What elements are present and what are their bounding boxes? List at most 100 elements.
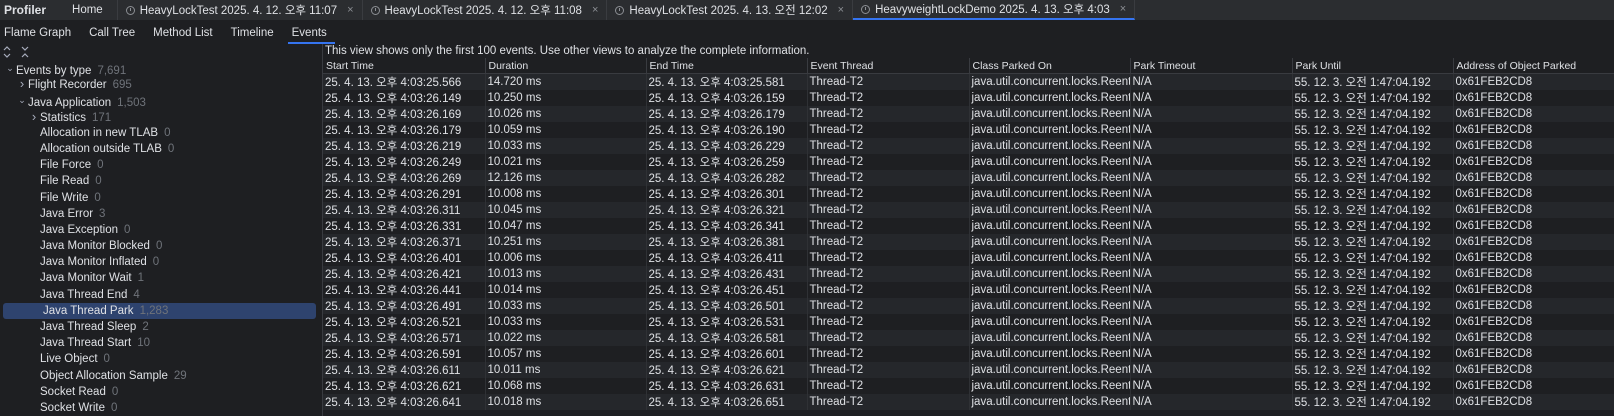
table-row[interactable]: 25. 4. 13. 오후 4:03:26.291 10.008 ms 25. 4.… (323, 186, 1614, 202)
tab-events[interactable]: Events (287, 22, 335, 44)
table-row[interactable]: 25. 4. 13. 오후 4:03:26.641 10.018 ms 25. 4.… (323, 394, 1614, 410)
tab-call-tree[interactable]: Call Tree (85, 22, 143, 44)
table-row[interactable]: 25. 4. 13. 오후 4:03:26.331 10.047 ms 25. 4.… (323, 218, 1614, 234)
tree-item-java-thread-start[interactable]: Java Thread Start 10 (0, 335, 322, 351)
cell-address-of-object-parked: 0x61FEB2CD8 (1453, 346, 1614, 362)
tree-item-java-thread-sleep[interactable]: Java Thread Sleep 2 (0, 319, 322, 335)
table-row[interactable]: 25. 4. 13. 오후 4:03:26.441 10.014 ms 25. 4.… (323, 282, 1614, 298)
tree-item-java-monitor-blocked[interactable]: Java Monitor Blocked 0 (0, 238, 322, 254)
chevron-right-icon[interactable]: › (28, 109, 40, 125)
table-row[interactable]: 25. 4. 13. 오후 4:03:26.521 10.033 ms 25. 4.… (323, 314, 1614, 330)
cell-start-time: 25. 4. 13. 오후 4:03:26.621 (323, 378, 486, 394)
cell-event-thread: Thread-T2 (807, 122, 970, 138)
cell-park-timeout: N/A (1130, 202, 1293, 218)
file-tab-2[interactable]: HeavyLockTest 2025. 4. 12. 오후 11:08 × (363, 0, 608, 20)
cell-duration: 10.006 ms (485, 250, 647, 266)
table-row[interactable]: 25. 4. 13. 오후 4:03:26.371 10.251 ms 25. 4.… (323, 234, 1614, 250)
chevron-right-icon[interactable]: › (16, 76, 28, 92)
cell-start-time: 25. 4. 13. 오후 4:03:26.401 (323, 250, 486, 266)
cell-park-until: 55. 12. 3. 오전 1:47:04.192 (1292, 266, 1454, 282)
column-header-end-time[interactable]: End Time (646, 58, 808, 74)
column-header-event-thread[interactable]: Event Thread (807, 58, 970, 74)
table-row[interactable]: 25. 4. 13. 오후 4:03:26.249 10.021 ms 25. 4.… (323, 154, 1614, 170)
close-icon[interactable]: × (838, 4, 844, 16)
tree-item-socket-write[interactable]: Socket Write 0 (0, 400, 322, 416)
table-row[interactable]: 25. 4. 13. 오후 4:03:26.401 10.006 ms 25. 4.… (323, 250, 1614, 266)
tree-item-file-force[interactable]: File Force 0 (0, 157, 322, 173)
close-icon[interactable]: × (592, 4, 598, 16)
tree-item-java-error[interactable]: Java Error 3 (0, 206, 322, 222)
column-header-address-of-object-parked[interactable]: Address of Object Parked (1453, 58, 1614, 74)
cell-address-of-object-parked: 0x61FEB2CD8 (1453, 106, 1614, 122)
table-row[interactable]: 25. 4. 13. 오후 4:03:26.269 12.126 ms 25. 4.… (323, 170, 1614, 186)
cell-park-until: 55. 12. 3. 오전 1:47:04.192 (1292, 186, 1454, 202)
table-row[interactable]: 25. 4. 13. 오후 4:03:26.179 10.059 ms 25. 4.… (323, 122, 1614, 138)
tab-method-list[interactable]: Method List (149, 22, 220, 44)
cell-park-timeout: N/A (1130, 378, 1293, 394)
event-type-panel: ⌄ Events by type 7,691 › Flight Recorder 695 ⌄… (0, 44, 323, 416)
tree-item-java-application[interactable]: ⌄ Java Application 1,503 (0, 92, 322, 109)
tree-item-live-object[interactable]: Live Object 0 (0, 351, 322, 367)
file-tab-3[interactable]: HeavyLockTest 2025. 4. 13. 오전 12:02 × (607, 0, 854, 20)
table-row[interactable]: 25. 4. 13. 오후 4:03:26.169 10.026 ms 25. 4.… (323, 106, 1614, 122)
table-row[interactable]: 25. 4. 13. 오후 4:03:26.491 10.033 ms 25. 4.… (323, 298, 1614, 314)
cell-duration: 10.013 ms (485, 266, 647, 282)
cell-park-until: 55. 12. 3. 오전 1:47:04.192 (1292, 122, 1454, 138)
collapse-all-icon[interactable] (20, 46, 30, 58)
table-row[interactable]: 25. 4. 13. 오후 4:03:26.149 10.250 ms 25. 4.… (323, 90, 1614, 106)
tree-item-java-thread-end[interactable]: Java Thread End 4 (0, 287, 322, 303)
tree-item-label: Flight Recorder (28, 79, 107, 92)
tree-item-socket-read[interactable]: Socket Read 0 (0, 384, 322, 400)
tree-item-flight-recorder[interactable]: › Flight Recorder 695 (0, 76, 322, 92)
tree-item-events-by-type[interactable]: ⌄ Events by type 7,691 (0, 60, 322, 77)
tree-item-statistics[interactable]: › Statistics 171 (0, 109, 322, 125)
tree-item-java-monitor-wait[interactable]: Java Monitor Wait 1 (0, 270, 322, 286)
table-row[interactable]: 25. 4. 13. 오후 4:03:26.591 10.057 ms 25. 4.… (323, 346, 1614, 362)
table-row[interactable]: 25. 4. 13. 오후 4:03:25.566 14.720 ms 25. 4.… (323, 73, 1614, 90)
file-tab-0[interactable]: Home (58, 0, 118, 20)
cell-event-thread: Thread-T2 (807, 330, 970, 346)
tree-item-label: Java Thread Park (43, 304, 134, 317)
cell-class-parked-on: java.util.concurrent.locks.ReentrantLock (969, 90, 1131, 106)
chevron-down-icon[interactable]: ⌄ (4, 60, 16, 76)
tree-item-java-monitor-inflated[interactable]: Java Monitor Inflated 0 (0, 254, 322, 270)
column-header-start-time[interactable]: Start Time (323, 58, 486, 74)
expand-all-icon[interactable] (2, 46, 12, 58)
column-header-park-timeout[interactable]: Park Timeout (1130, 58, 1293, 74)
cell-event-thread: Thread-T2 (807, 90, 970, 106)
close-icon[interactable]: × (347, 4, 353, 16)
table-row[interactable]: 25. 4. 13. 오후 4:03:26.611 10.011 ms 25. 4.… (323, 362, 1614, 378)
tree-item-label: Java Monitor Blocked (40, 240, 150, 253)
cell-park-timeout: N/A (1130, 298, 1293, 314)
table-row[interactable]: 25. 4. 13. 오후 4:03:26.311 10.045 ms 25. 4.… (323, 202, 1614, 218)
file-tab-4[interactable]: HeavyweightLockDemo 2025. 4. 13. 오후 4:03… (853, 0, 1136, 20)
tree-item-java-thread-park[interactable]: Java Thread Park 1,283 (3, 302, 316, 319)
tree-item-java-exception[interactable]: Java Exception 0 (0, 222, 322, 238)
chevron-down-icon[interactable]: ⌄ (16, 92, 28, 108)
table-row[interactable]: 25. 4. 13. 오후 4:03:26.421 10.013 ms 25. 4.… (323, 266, 1614, 282)
cell-end-time: 25. 4. 13. 오후 4:03:26.179 (646, 106, 808, 122)
cell-start-time: 25. 4. 13. 오후 4:03:25.566 (323, 73, 486, 90)
tab-flame-graph[interactable]: Flame Graph (0, 22, 79, 44)
tree-item-allocation-outside-tlab[interactable]: Allocation outside TLAB 0 (0, 141, 322, 157)
tree-item-label: Java Thread End (40, 288, 128, 301)
table-row[interactable]: 25. 4. 13. 오후 4:03:26.219 10.033 ms 25. 4.… (323, 138, 1614, 154)
cell-park-until: 55. 12. 3. 오전 1:47:04.192 (1292, 378, 1454, 394)
cell-address-of-object-parked: 0x61FEB2CD8 (1453, 266, 1614, 282)
tab-timeline[interactable]: Timeline (227, 22, 282, 44)
column-header-duration[interactable]: Duration (485, 58, 647, 74)
table-row[interactable]: 25. 4. 13. 오후 4:03:26.571 10.022 ms 25. 4.… (323, 330, 1614, 346)
column-header-class-parked-on[interactable]: Class Parked On (969, 58, 1131, 74)
tree-item-count: 0 (94, 191, 101, 204)
tree-item-count: 0 (167, 142, 175, 155)
tree-item-object-allocation-sample[interactable]: Object Allocation Sample 29 (0, 368, 322, 384)
tree-item-count: 0 (97, 159, 104, 172)
close-icon[interactable]: × (1120, 3, 1126, 15)
event-type-tree: ⌄ Events by type 7,691 › Flight Recorder 695 ⌄… (0, 60, 322, 416)
tree-item-file-read[interactable]: File Read 0 (0, 173, 322, 189)
file-tab-1[interactable]: HeavyLockTest 2025. 4. 12. 오후 11:07 × (118, 0, 363, 20)
column-header-park-until[interactable]: Park Until (1292, 58, 1454, 74)
tree-item-file-write[interactable]: File Write 0 (0, 190, 322, 206)
tree-item-allocation-in-new-tlab[interactable]: Allocation in new TLAB 0 (0, 125, 322, 141)
table-row[interactable]: 25. 4. 13. 오후 4:03:26.621 10.068 ms 25. 4.… (323, 378, 1614, 394)
